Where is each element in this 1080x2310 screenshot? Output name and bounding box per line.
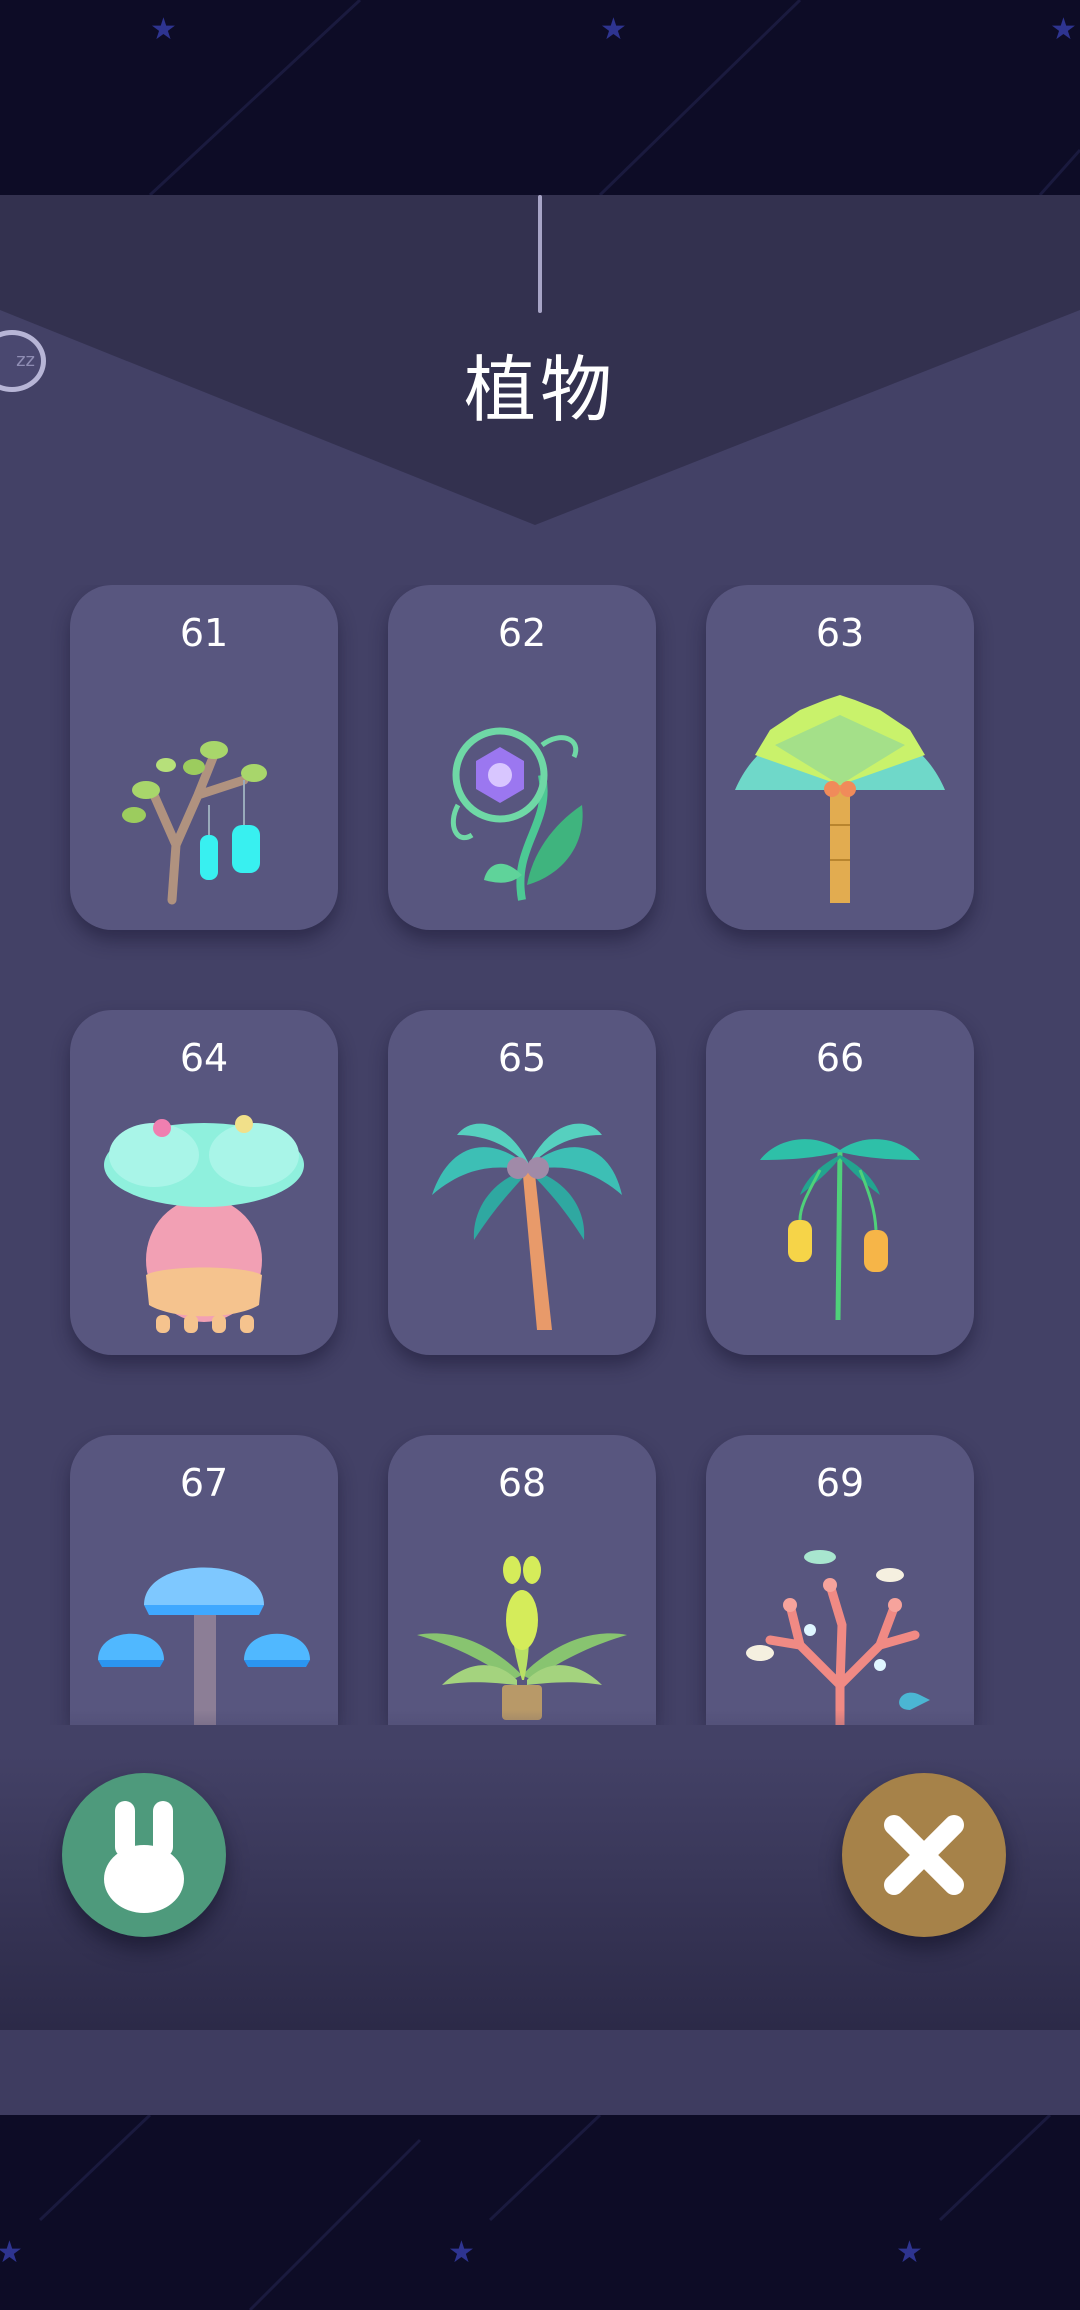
collection-panel: 植物 zz 61 62 63 64 65 66 67 68 69 bbox=[0, 195, 1080, 2030]
agave-plant-icon bbox=[417, 1556, 627, 1720]
scroll-fade bbox=[0, 1710, 1080, 1725]
crystal-vine-icon bbox=[450, 727, 583, 901]
panel-bottom-strip bbox=[0, 2030, 1080, 2115]
close-icon bbox=[884, 1815, 964, 1895]
close-button[interactable] bbox=[842, 1773, 1006, 1937]
plant-card[interactable]: 63 bbox=[706, 585, 974, 930]
star-icon: ★ bbox=[0, 2235, 23, 2270]
rabbit-icon bbox=[104, 1801, 184, 1913]
plant-number: 66 bbox=[815, 1036, 865, 1080]
plant-card[interactable]: 65 bbox=[388, 1010, 656, 1355]
star-icon: ★ bbox=[600, 12, 627, 47]
plant-card[interactable]: 67 bbox=[70, 1435, 338, 1725]
jellyfish-tree-icon bbox=[98, 1567, 310, 1725]
plant-card[interactable]: 61 bbox=[70, 585, 338, 930]
page-title: 植物 bbox=[463, 348, 616, 432]
plant-number: 61 bbox=[179, 611, 229, 655]
star-icon: ★ bbox=[1050, 12, 1077, 47]
pitcher-plant-icon bbox=[760, 1139, 920, 1321]
plant-number: 63 bbox=[815, 611, 865, 655]
star-icon: ★ bbox=[150, 12, 177, 47]
plant-number: 67 bbox=[179, 1461, 229, 1505]
plant-grid: 61 62 63 64 65 66 67 68 69 bbox=[0, 585, 1080, 1725]
fan-palm-icon bbox=[735, 695, 945, 903]
rabbit-button[interactable] bbox=[62, 1773, 226, 1937]
hanging-glow-tree-icon bbox=[122, 741, 267, 905]
star-icon: ★ bbox=[896, 2235, 923, 2270]
plant-card[interactable]: 62 bbox=[388, 585, 656, 930]
coral-tree-icon bbox=[746, 1550, 930, 1725]
plant-card[interactable]: 68 bbox=[388, 1435, 656, 1725]
plant-number: 68 bbox=[497, 1461, 547, 1505]
plant-number: 64 bbox=[179, 1036, 229, 1080]
plant-number: 62 bbox=[497, 611, 547, 655]
hanging-string bbox=[538, 195, 542, 313]
plant-card[interactable]: 66 bbox=[706, 1010, 974, 1355]
plant-card[interactable]: 69 bbox=[706, 1435, 974, 1725]
plant-card[interactable]: 64 bbox=[70, 1010, 338, 1355]
coconut-palm-icon bbox=[432, 1123, 622, 1330]
baobab-tree-icon bbox=[104, 1115, 304, 1333]
star-icon: ★ bbox=[448, 2235, 475, 2270]
plant-number: 65 bbox=[497, 1036, 547, 1080]
plant-number: 69 bbox=[815, 1461, 865, 1505]
